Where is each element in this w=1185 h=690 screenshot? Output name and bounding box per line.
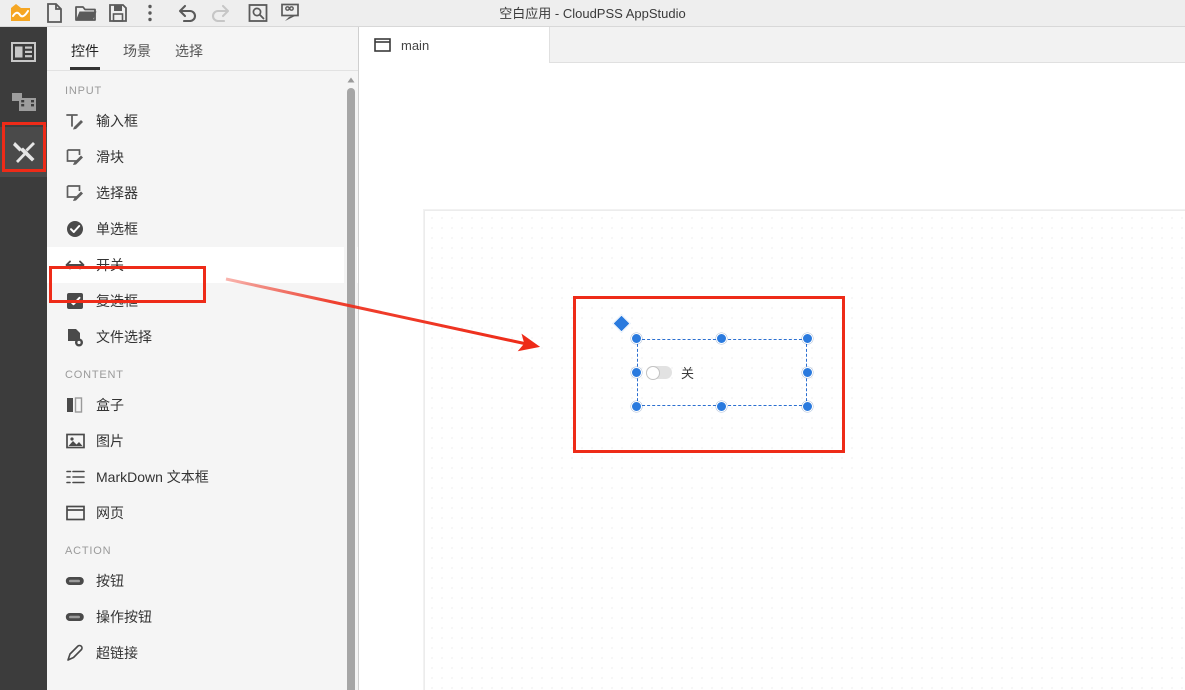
selector-icon: [65, 183, 85, 203]
tab-selection[interactable]: 选择: [163, 41, 215, 70]
sidebar-item-tools[interactable]: [0, 127, 47, 177]
slider-icon: [65, 147, 85, 167]
list-item-webpage[interactable]: 网页: [47, 495, 358, 531]
tab-main[interactable]: main: [359, 27, 550, 63]
resize-handle-w[interactable]: [631, 366, 642, 378]
panel-tabs: 控件 场景 选择: [47, 27, 358, 71]
list-item-label: 按钮: [96, 573, 124, 589]
preview-icon[interactable]: [242, 0, 274, 26]
list-item-markdown[interactable]: MarkDown 文本框: [47, 459, 358, 495]
list-item-label: MarkDown 文本框: [96, 469, 209, 485]
widget-list[interactable]: INPUT 输入框 滑块 选择器 单选框 开关 复选框 文件选择 CONTENT…: [47, 71, 358, 690]
undo-icon[interactable]: [172, 0, 204, 26]
list-item-label: 网页: [96, 505, 124, 521]
sidebar-item-layout[interactable]: [0, 27, 47, 77]
box-icon: [65, 395, 85, 415]
switch-knob[interactable]: [646, 365, 660, 380]
list-item-action-button[interactable]: 操作按钮: [47, 599, 358, 635]
list-item-label: 滑块: [96, 149, 124, 165]
list-item-selector[interactable]: 选择器: [47, 175, 358, 211]
redo-icon[interactable]: [204, 0, 236, 26]
list-item-button[interactable]: 按钮: [47, 563, 358, 599]
editor-tab-bar: main: [359, 27, 1185, 63]
switch-track[interactable]: [646, 365, 672, 380]
title-bar: 空白应用 - CloudPSS AppStudio: [0, 0, 1185, 27]
app-logo-icon[interactable]: [4, 0, 38, 27]
list-item-label: 超链接: [96, 645, 138, 661]
window-icon: [374, 38, 391, 52]
list-item-label: 单选框: [96, 221, 138, 237]
image-icon: [65, 431, 85, 451]
widget-panel: 控件 场景 选择 INPUT 输入框 滑块 选择器 单选框 开关 复选框 文件选…: [47, 27, 359, 690]
list-item-hyperlink[interactable]: 超链接: [47, 635, 358, 671]
switch-widget[interactable]: 关: [646, 363, 694, 382]
file-picker-icon: [65, 327, 85, 347]
section-title-input: INPUT: [65, 85, 102, 97]
list-item-switch[interactable]: 开关: [47, 247, 358, 283]
webpage-icon: [65, 503, 85, 523]
layout-icon: [11, 42, 36, 62]
resize-handle-ne[interactable]: [802, 333, 813, 344]
action-button-icon: [65, 607, 85, 627]
tools-icon: [11, 139, 37, 165]
list-item-label: 选择器: [96, 185, 138, 201]
resize-handle-se[interactable]: [802, 401, 813, 412]
list-item-slider[interactable]: 滑块: [47, 139, 358, 175]
section-title-content: CONTENT: [65, 369, 124, 381]
tab-widgets[interactable]: 控件: [59, 41, 111, 70]
text-input-icon: [65, 111, 85, 131]
publish-icon[interactable]: [274, 0, 306, 26]
list-item-radio[interactable]: 单选框: [47, 211, 358, 247]
list-item-label: 盒子: [96, 397, 124, 413]
button-icon: [65, 571, 85, 591]
editor-area: main 关: [359, 27, 1185, 690]
scroll-up-arrow-icon[interactable]: [344, 73, 357, 86]
markdown-icon: [65, 467, 85, 487]
list-item-label: 图片: [96, 433, 124, 449]
section-title-action: ACTION: [65, 545, 112, 557]
list-item-label: 复选框: [96, 293, 138, 309]
open-folder-icon[interactable]: [70, 0, 102, 26]
rotate-handle[interactable]: [612, 314, 631, 333]
list-item-file-picker[interactable]: 文件选择: [47, 319, 358, 355]
hyperlink-icon: [65, 643, 85, 663]
save-icon[interactable]: [102, 0, 134, 26]
toolbar: [0, 0, 306, 27]
list-item-label: 操作按钮: [96, 609, 152, 625]
list-item-image[interactable]: 图片: [47, 423, 358, 459]
resize-handle-nw[interactable]: [631, 333, 642, 344]
scrollbar-thumb[interactable]: [347, 88, 355, 690]
resize-handle-s[interactable]: [716, 401, 727, 412]
list-item-checkbox[interactable]: 复选框: [47, 283, 358, 319]
tab-label: main: [401, 37, 430, 53]
switch-label: 关: [681, 366, 695, 381]
list-item-box[interactable]: 盒子: [47, 387, 358, 423]
switch-icon: [65, 255, 85, 275]
list-item-label: 输入框: [96, 113, 138, 129]
design-canvas[interactable]: 关: [424, 210, 1185, 690]
canvas-area[interactable]: 关: [359, 63, 1185, 690]
activity-rail: [0, 27, 47, 690]
media-icon: [11, 91, 37, 113]
list-item-label: 开关: [96, 257, 124, 273]
resize-handle-e[interactable]: [802, 366, 813, 378]
checkbox-icon: [65, 291, 85, 311]
selected-widget-wrapper[interactable]: 关: [612, 314, 813, 412]
sidebar-item-resources[interactable]: [0, 77, 47, 127]
tab-scenes[interactable]: 场景: [111, 41, 163, 70]
new-file-icon[interactable]: [38, 0, 70, 26]
more-options-icon[interactable]: [134, 0, 166, 26]
panel-scrollbar[interactable]: [344, 73, 357, 690]
radio-icon: [65, 219, 85, 239]
resize-handle-sw[interactable]: [631, 401, 642, 412]
resize-handle-n[interactable]: [716, 333, 727, 344]
list-item-text-input[interactable]: 输入框: [47, 103, 358, 139]
list-item-label: 文件选择: [96, 329, 152, 345]
